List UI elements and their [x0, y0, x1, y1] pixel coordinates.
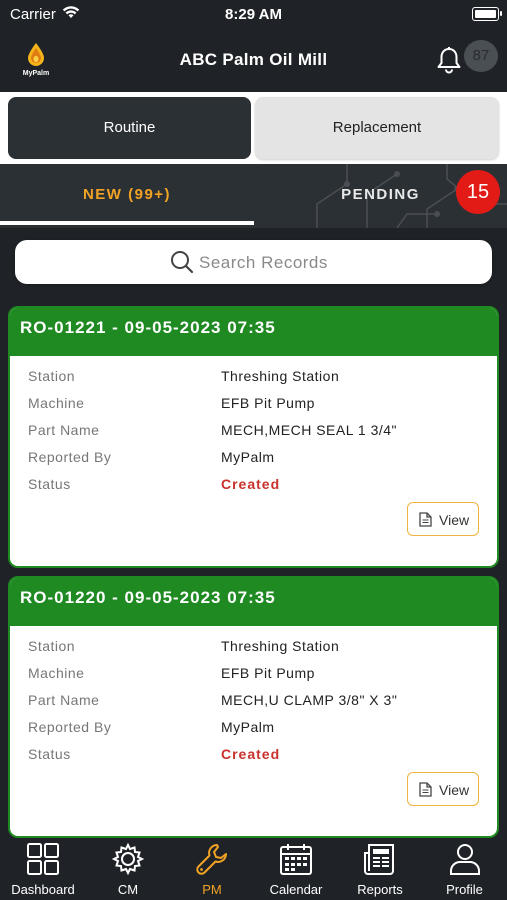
nav-calendar[interactable]: Calendar: [254, 838, 338, 900]
clock: 8:29 AM: [225, 6, 282, 23]
search-input[interactable]: [197, 248, 481, 278]
pending-count-badge: 15: [456, 170, 500, 214]
status-tabs: NEW (99+) PENDING: [0, 164, 507, 228]
status-bar: Carrier 8:29 AM: [0, 0, 507, 28]
status-value: Created: [221, 476, 281, 492]
nav-label: PM: [202, 882, 222, 897]
bell-icon[interactable]: [436, 46, 462, 74]
field-value: Threshing Station: [221, 368, 340, 384]
field-label: Part Name: [28, 422, 100, 438]
nav-label: Dashboard: [11, 882, 75, 897]
field-value: EFB Pit Pump: [221, 395, 315, 411]
detail-row: Part Name MECH,U CLAMP 3/8" X 3": [28, 692, 488, 716]
wrench-icon: [196, 844, 227, 875]
active-tab-indicator: [0, 221, 254, 225]
document-icon: [419, 782, 432, 797]
view-label: View: [439, 512, 470, 528]
segment-control: Routine Replacement: [0, 92, 507, 164]
detail-row: Station Threshing Station: [28, 638, 488, 662]
nav-profile[interactable]: Profile: [422, 838, 507, 900]
field-label: Reported By: [28, 719, 112, 735]
field-label: Station: [28, 638, 76, 654]
app-header: MyPalm ABC Palm Oil Mill 87: [0, 28, 507, 90]
field-value: MyPalm: [221, 719, 275, 735]
calendar-icon: [280, 844, 312, 875]
field-label: Station: [28, 368, 76, 384]
nav-label: Profile: [446, 882, 483, 897]
notification-badge[interactable]: 87: [464, 40, 498, 72]
field-value: EFB Pit Pump: [221, 665, 315, 681]
nav-label: CM: [117, 882, 139, 897]
detail-row: Machine EFB Pit Pump: [28, 665, 488, 689]
detail-row: Reported By MyPalm: [28, 719, 488, 743]
search-bar[interactable]: [15, 240, 492, 284]
view-label: View: [439, 782, 470, 798]
routine-segment[interactable]: Routine: [8, 97, 251, 159]
logo-text: MyPalm: [22, 70, 50, 77]
replacement-segment[interactable]: Replacement: [255, 97, 499, 159]
person-icon: [449, 844, 480, 875]
detail-row: Reported By MyPalm: [28, 449, 488, 473]
detail-row: Part Name MECH,MECH SEAL 1 3/4": [28, 422, 488, 446]
nav-reports[interactable]: Reports: [338, 838, 422, 900]
record-card: RO-01220 - 09-05-2023 07:35 Station Thre…: [8, 576, 499, 838]
field-value: MyPalm: [221, 449, 275, 465]
field-value: MECH,U CLAMP 3/8" X 3": [221, 692, 398, 708]
view-button[interactable]: View: [407, 772, 479, 806]
detail-row: Status Created: [28, 746, 488, 770]
field-label: Part Name: [28, 692, 100, 708]
gear-icon: [111, 842, 145, 876]
detail-row: Station Threshing Station: [28, 368, 488, 392]
field-value: Threshing Station: [221, 638, 340, 654]
detail-row: Status Created: [28, 476, 488, 500]
document-icon: [419, 512, 432, 527]
nav-pm[interactable]: PM: [170, 838, 254, 900]
record-title: RO-01221 - 09-05-2023 07:35: [10, 308, 497, 356]
field-label: Status: [28, 746, 71, 762]
detail-row: Machine EFB Pit Pump: [28, 395, 488, 419]
nav-label: Reports: [357, 882, 403, 897]
nav-label: Calendar: [269, 882, 323, 897]
search-icon: [171, 251, 194, 274]
field-label: Machine: [28, 665, 85, 681]
field-label: Reported By: [28, 449, 112, 465]
page-title: ABC Palm Oil Mill: [179, 50, 328, 69]
record-title: RO-01220 - 09-05-2023 07:35: [10, 578, 497, 626]
status-value: Created: [221, 746, 281, 762]
view-button[interactable]: View: [407, 502, 479, 536]
nav-cm[interactable]: CM: [86, 838, 170, 900]
field-label: Status: [28, 476, 71, 492]
newspaper-icon: [364, 844, 394, 875]
battery-icon: [472, 7, 502, 21]
tab-new[interactable]: NEW (99+): [0, 164, 254, 228]
bottom-nav: Dashboard CM PM Calendar Reports Profile: [0, 838, 507, 900]
grid-icon: [27, 843, 59, 875]
nav-dashboard[interactable]: Dashboard: [0, 838, 86, 900]
record-card: RO-01221 - 09-05-2023 07:35 Station Thre…: [8, 306, 499, 568]
field-label: Machine: [28, 395, 85, 411]
field-value: MECH,MECH SEAL 1 3/4": [221, 422, 397, 438]
